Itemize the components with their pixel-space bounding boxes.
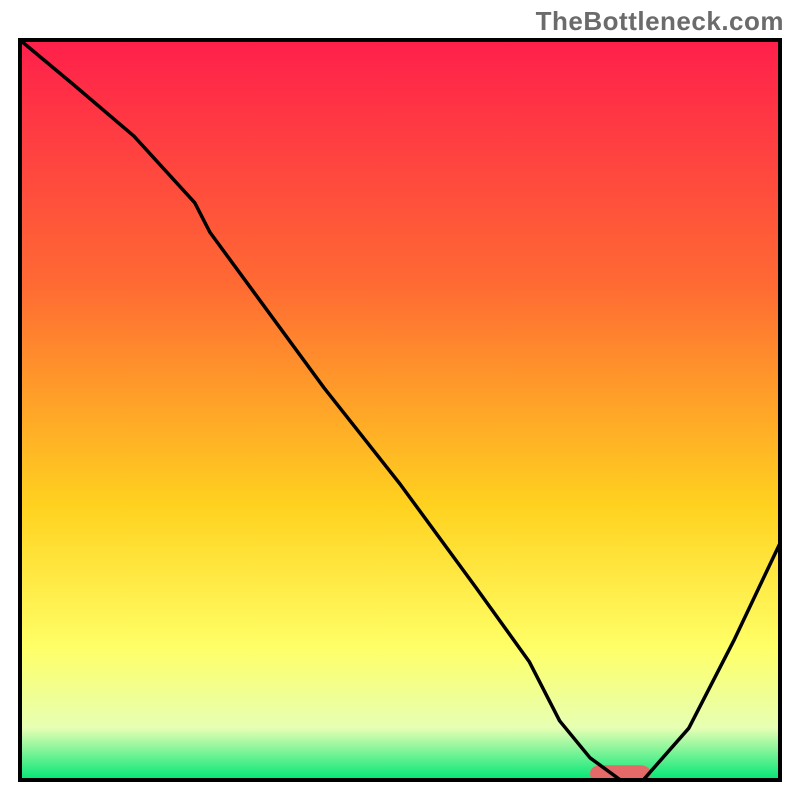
bottleneck-chart — [0, 0, 800, 800]
chart-stage: TheBottleneck.com — [0, 0, 800, 800]
watermark-text: TheBottleneck.com — [536, 6, 784, 37]
plot-background — [20, 40, 780, 780]
